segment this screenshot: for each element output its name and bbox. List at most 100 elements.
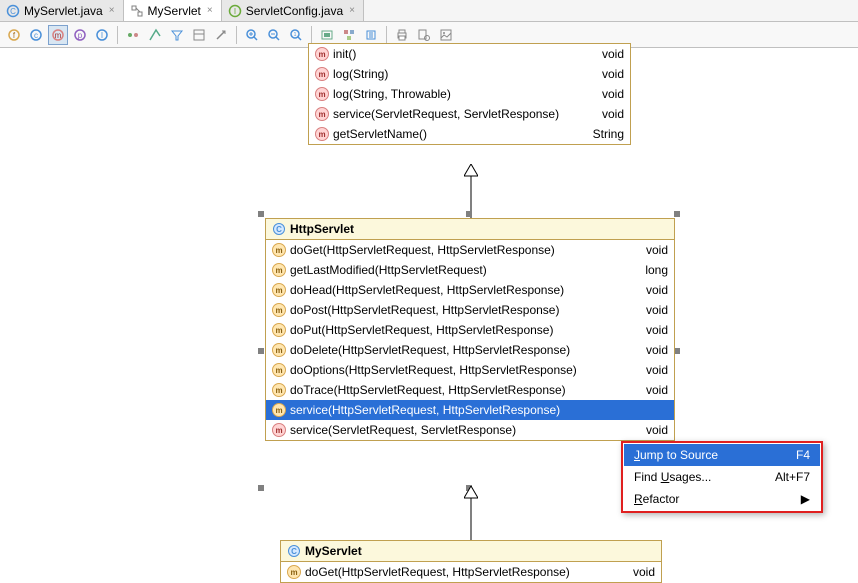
- fields-icon[interactable]: f: [4, 25, 24, 45]
- selection-handle[interactable]: [258, 485, 264, 491]
- method-signature: service(ServletRequest, ServletResponse): [290, 423, 516, 437]
- properties-icon[interactable]: p: [70, 25, 90, 45]
- class-icon: C: [287, 544, 301, 558]
- method-visibility-icon: m: [272, 243, 286, 257]
- class-name: MyServlet: [305, 544, 362, 558]
- uml-class-genericservlet[interactable]: m init() void m log(String) void m log(S…: [308, 43, 631, 145]
- uml-method-row[interactable]: m init() void: [309, 44, 630, 64]
- diagram-icon: [130, 4, 144, 18]
- svg-text:p: p: [78, 31, 83, 40]
- method-return-type: String: [573, 127, 624, 141]
- tab-myservlet-diagram[interactable]: MyServlet ×: [124, 0, 222, 21]
- close-icon[interactable]: ×: [347, 5, 357, 16]
- separator: [117, 26, 118, 44]
- uml-method-row[interactable]: m service(HttpServletRequest, HttpServle…: [266, 400, 674, 420]
- menu-label: Jump to Source: [634, 448, 718, 462]
- tab-label: MyServlet.java: [24, 4, 103, 18]
- svg-text:1: 1: [294, 32, 297, 38]
- selection-handle[interactable]: [674, 211, 680, 217]
- edge-icon[interactable]: [211, 25, 231, 45]
- uml-method-row[interactable]: m doGet(HttpServletRequest, HttpServletR…: [281, 562, 661, 582]
- uml-method-row[interactable]: m log(String) void: [309, 64, 630, 84]
- tab-label: ServletConfig.java: [246, 4, 343, 18]
- dependencies-icon[interactable]: [145, 25, 165, 45]
- uml-method-row[interactable]: m doTrace(HttpServletRequest, HttpServle…: [266, 380, 674, 400]
- inner-classes-icon[interactable]: I: [92, 25, 112, 45]
- method-visibility-icon: m: [272, 323, 286, 337]
- separator: [236, 26, 237, 44]
- context-menu-item[interactable]: Refactor▶: [624, 488, 820, 510]
- uml-method-row[interactable]: m doPost(HttpServletRequest, HttpServlet…: [266, 300, 674, 320]
- method-signature: doHead(HttpServletRequest, HttpServletRe…: [290, 283, 564, 297]
- uml-class-myservlet[interactable]: C MyServlet m doGet(HttpServletRequest, …: [280, 540, 662, 583]
- close-icon[interactable]: ×: [107, 5, 117, 16]
- context-menu-item[interactable]: Find Usages...Alt+F7: [624, 466, 820, 488]
- filter-icon[interactable]: [167, 25, 187, 45]
- method-signature: log(String, Throwable): [333, 87, 451, 101]
- uml-method-row[interactable]: m log(String, Throwable) void: [309, 84, 630, 104]
- uml-method-row[interactable]: m service(ServletRequest, ServletRespons…: [266, 420, 674, 440]
- visibility-icon[interactable]: [123, 25, 143, 45]
- method-return-type: void: [582, 87, 624, 101]
- method-signature: service(HttpServletRequest, HttpServletR…: [290, 403, 560, 417]
- save-image-icon[interactable]: [436, 25, 456, 45]
- method-return-type: long: [625, 263, 668, 277]
- method-visibility-icon: m: [287, 565, 301, 579]
- method-visibility-icon: m: [272, 303, 286, 317]
- close-icon[interactable]: ×: [205, 5, 215, 16]
- constructors-icon[interactable]: c: [26, 25, 46, 45]
- layout-icon[interactable]: [189, 25, 209, 45]
- methods-icon[interactable]: m: [48, 25, 68, 45]
- zoom-actual-icon[interactable]: 1: [286, 25, 306, 45]
- method-visibility-icon: m: [272, 423, 286, 437]
- method-signature: doOptions(HttpServletRequest, HttpServle…: [290, 363, 577, 377]
- selection-handle[interactable]: [258, 211, 264, 217]
- method-return-type: void: [582, 107, 624, 121]
- uml-method-row[interactable]: m doOptions(HttpServletRequest, HttpServ…: [266, 360, 674, 380]
- svg-text:C: C: [291, 547, 297, 556]
- uml-method-row[interactable]: m doPut(HttpServletRequest, HttpServletR…: [266, 320, 674, 340]
- method-visibility-icon: m: [315, 47, 329, 61]
- method-visibility-icon: m: [272, 343, 286, 357]
- zoom-in-icon[interactable]: [242, 25, 262, 45]
- fit-content-icon[interactable]: [317, 25, 337, 45]
- selection-handle[interactable]: [258, 348, 264, 354]
- menu-shortcut: F4: [766, 448, 810, 462]
- method-signature: doPut(HttpServletRequest, HttpServletRes…: [290, 323, 553, 337]
- svg-text:c: c: [34, 31, 38, 40]
- apply-layout-icon[interactable]: [339, 25, 359, 45]
- method-return-type: void: [626, 303, 668, 317]
- uml-class-header[interactable]: C MyServlet: [281, 541, 661, 562]
- uml-class-httpservlet[interactable]: C HttpServlet m doGet(HttpServletRequest…: [265, 218, 675, 441]
- tab-servletconfig-java[interactable]: I ServletConfig.java ×: [222, 0, 364, 21]
- separator: [311, 26, 312, 44]
- uml-class-header[interactable]: C HttpServlet: [266, 219, 674, 240]
- zoom-out-icon[interactable]: [264, 25, 284, 45]
- diagram-canvas[interactable]: m init() void m log(String) void m log(S…: [0, 48, 858, 583]
- method-return-type: void: [613, 565, 655, 579]
- menu-label: Find Usages...: [634, 470, 711, 484]
- uml-method-row[interactable]: m doDelete(HttpServletRequest, HttpServl…: [266, 340, 674, 360]
- method-signature: doDelete(HttpServletRequest, HttpServlet…: [290, 343, 570, 357]
- uml-method-row[interactable]: m getLastModified(HttpServletRequest) lo…: [266, 260, 674, 280]
- uml-method-row[interactable]: m doHead(HttpServletRequest, HttpServlet…: [266, 280, 674, 300]
- uml-method-row[interactable]: m doGet(HttpServletRequest, HttpServletR…: [266, 240, 674, 260]
- method-visibility-icon: m: [272, 403, 286, 417]
- context-menu-item[interactable]: Jump to Source F4: [624, 444, 820, 466]
- print-icon[interactable]: [392, 25, 412, 45]
- method-visibility-icon: m: [315, 127, 329, 141]
- class-icon: C: [272, 222, 286, 236]
- method-return-type: void: [626, 383, 668, 397]
- selection-handle[interactable]: [466, 211, 472, 217]
- method-visibility-icon: m: [272, 363, 286, 377]
- inheritance-arrow: [464, 486, 478, 540]
- uml-method-row[interactable]: m service(ServletRequest, ServletRespons…: [309, 104, 630, 124]
- class-file-icon: C: [6, 4, 20, 18]
- export-icon[interactable]: [361, 25, 381, 45]
- tab-label: MyServlet: [148, 4, 201, 18]
- uml-method-row[interactable]: m getServletName() String: [309, 124, 630, 144]
- menu-label: Refactor: [634, 492, 679, 506]
- print-preview-icon[interactable]: [414, 25, 434, 45]
- method-signature: doPost(HttpServletRequest, HttpServletRe…: [290, 303, 559, 317]
- tab-myservlet-java[interactable]: C MyServlet.java ×: [0, 0, 124, 21]
